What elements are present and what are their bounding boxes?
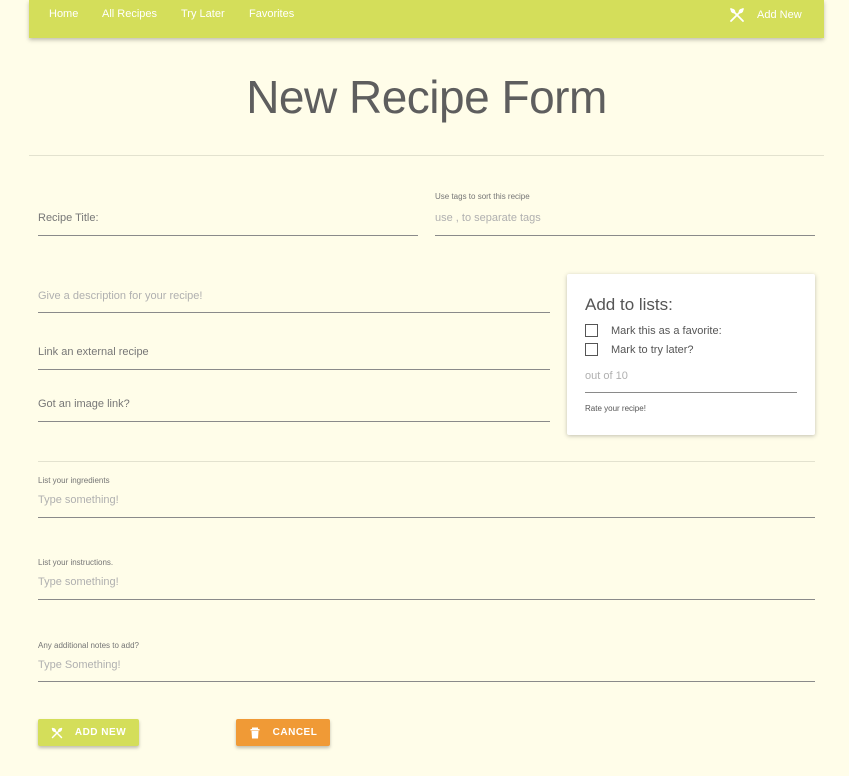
add-to-lists-card: Add to lists: Mark this as a favorite: M… (567, 274, 815, 435)
notes-input[interactable]: Type Something! (38, 659, 121, 671)
tags-field[interactable]: Use tags to sort this recipe use , to se… (435, 190, 815, 236)
image-link-field[interactable]: Got an image link? (38, 393, 550, 422)
recipe-title-field[interactable]: Recipe Title: (38, 190, 418, 236)
cancel-button-label: CANCEL (272, 727, 318, 738)
external-link-field[interactable]: Link an external recipe (38, 341, 550, 370)
favorite-checkbox[interactable] (585, 324, 598, 337)
cancel-button[interactable]: CANCEL (236, 719, 330, 746)
recipe-title-label: Recipe Title: (38, 212, 99, 224)
tags-input[interactable]: use , to separate tags (435, 212, 541, 224)
external-link-underline (38, 369, 550, 370)
ingredients-underline (38, 517, 815, 518)
image-link-underline (38, 421, 550, 422)
add-new-button[interactable]: ADD NEW (38, 719, 139, 746)
instructions-input[interactable]: Type something! (38, 576, 119, 588)
nav-add-new-label: Add New (757, 9, 802, 21)
try-later-checkbox-label: Mark to try later? (611, 343, 694, 356)
image-link-label: Got an image link? (38, 398, 130, 410)
nav-home-link[interactable]: Home (49, 8, 78, 20)
ingredients-input[interactable]: Type something! (38, 494, 119, 506)
trash-icon (249, 727, 261, 739)
add-to-lists-title: Add to lists: (585, 295, 673, 314)
instructions-underline (38, 599, 815, 600)
rating-input[interactable]: out of 10 (585, 370, 628, 382)
instructions-field[interactable]: List your instructions. Type something! (38, 556, 815, 600)
instructions-label: List your instructions. (38, 558, 114, 567)
tags-underline (435, 235, 815, 236)
nav-add-new-link[interactable]: Add New (729, 6, 802, 24)
description-input[interactable]: Give a description for your recipe! (38, 290, 202, 302)
nav-all-recipes-link[interactable]: All Recipes (102, 8, 157, 20)
utensils-icon (729, 7, 745, 23)
section-divider (38, 461, 815, 462)
favorite-checkbox-label: Mark this as a favorite: (611, 324, 722, 337)
external-link-label: Link an external recipe (38, 346, 149, 358)
description-field[interactable]: Give a description for your recipe! (38, 285, 550, 313)
rating-label: Rate your recipe! (585, 404, 646, 413)
add-new-button-label: ADD NEW (74, 727, 127, 738)
notes-label: Any additional notes to add? (38, 641, 139, 650)
nav-try-later-link[interactable]: Try Later (181, 8, 225, 20)
tags-label: Use tags to sort this recipe (435, 192, 530, 201)
rating-underline (585, 392, 797, 393)
ingredients-field[interactable]: List your ingredients Type something! (38, 474, 815, 518)
description-underline (38, 312, 550, 313)
nav-favorites-link[interactable]: Favorites (249, 8, 294, 20)
try-later-checkbox-row[interactable]: Mark to try later? (585, 343, 694, 356)
ingredients-label: List your ingredients (38, 476, 110, 485)
page-title: New Recipe Form (246, 71, 607, 123)
notes-field[interactable]: Any additional notes to add? Type Someth… (38, 639, 815, 682)
utensils-icon (51, 727, 63, 739)
try-later-checkbox[interactable] (585, 343, 598, 356)
notes-underline (38, 681, 815, 682)
recipe-title-underline (38, 235, 418, 236)
divider (29, 155, 824, 156)
navbar: Home All Recipes Try Later Favorites Add… (29, 0, 824, 38)
favorite-checkbox-row[interactable]: Mark this as a favorite: (585, 324, 722, 337)
